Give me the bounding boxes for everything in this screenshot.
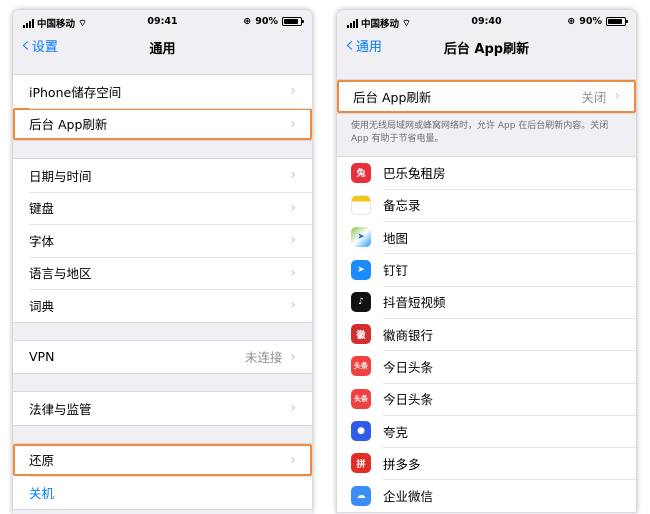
date-keyboard-group: 日期与时间 › 键盘 › 字体 › 语言与地区 › 词典 › [13,158,312,323]
chevron-right-icon: › [290,115,296,132]
app-row[interactable]: 徽徽商银行 [337,317,636,350]
rabbit-icon: 兔 [351,162,371,183]
app-name: 企业微信 [383,489,434,505]
row-label: 键盘 [29,201,55,217]
toutiao-icon: 头条 [351,356,371,377]
app-row[interactable]: 拼拼多多 [337,447,636,479]
row-label: 词典 [29,298,55,314]
chevron-right-icon: › [290,232,296,249]
general-settings-screen: 中国移动 ⌔ 09:41 ⊕ 90% ‹ 设置 通用 iPhone储存空间 › … [13,10,312,514]
dingtalk-icon: ➤ [351,259,371,280]
row-fonts[interactable]: 字体 › [13,224,312,257]
background-app-refresh-screen: 中国移动 ⌔ 09:40 ⊕ 90% ‹ 通用 后台 App刷新 后台 App刷… [337,10,636,514]
row-legal-regulatory[interactable]: 法律与监管 › [13,392,312,425]
app-name: 徽商银行 [383,327,434,343]
orientation-lock-icon: ⊕ [567,16,576,27]
row-background-app-refresh-setting[interactable]: 后台 App刷新 关闭 › [337,80,636,113]
bank-icon: 徽 [351,324,371,345]
refresh-setting-value: 关闭 [581,89,607,105]
row-background-app-refresh[interactable]: 后台 App刷新 › [13,107,312,140]
app-name: 拼多多 [383,456,421,472]
app-row[interactable]: 头条 今日头条 [337,382,636,415]
vpn-group: VPN 未连接 › [13,339,312,374]
battery-icon [606,17,628,26]
toutiao-icon: 头条 [351,388,371,409]
row-iphone-storage[interactable]: iPhone储存空间 › [13,75,312,108]
quark-icon: ● [351,421,371,442]
navigation-bar: ‹ 通用 后台 App刷新 [337,32,636,62]
battery-icon [282,17,304,26]
chevron-right-icon: › [290,451,296,468]
row-dictionary[interactable]: 词典 › [13,289,312,322]
refresh-footnote: 使用无线局域网或蜂窝网络时，允许 App 在后台刷新内容。关闭 App 有助于节… [351,120,609,144]
pinduoduo-icon: 拼 [351,453,371,474]
app-list: 兔巴乐兔租房 备忘录 ➤ 地图 ➤ 钉钉 ♪ 抖音短视频徽徽商银行 头条 今日头条 头条 今日头条 ● 夸… [337,155,636,513]
status-bar: 中国移动 ⌔ 09:41 ⊕ 90% [13,10,312,32]
chevron-right-icon: › [290,199,296,216]
chevron-right-icon: › [290,348,296,365]
app-name: 今日头条 [383,359,434,375]
app-row[interactable]: ➤ 钉钉 [337,253,636,285]
app-row[interactable]: ● 夸克 [337,414,636,447]
chevron-right-icon: › [614,88,620,105]
reset-group: 还原 › 关机 [13,442,312,510]
app-row[interactable]: 备忘录 [337,188,636,221]
app-name: 抖音短视频 [383,295,446,311]
row-label: 后台 App刷新 [353,89,432,105]
row-label: 语言与地区 [29,266,92,282]
chevron-right-icon: › [290,297,296,314]
legal-group: 法律与监管 › [13,391,312,426]
notes-icon [351,194,371,215]
page-title: 后台 App刷新 [443,42,530,57]
row-vpn[interactable]: VPN 未连接 › [13,341,312,374]
row-date-time[interactable]: 日期与时间 › [13,159,312,192]
battery-fill [284,19,299,24]
app-name: 备忘录 [383,198,421,214]
row-label: 还原 [29,453,55,469]
row-label: VPN [29,349,55,365]
wecom-icon: ☁ [351,485,371,506]
status-bar: 中国移动 ⌔ 09:40 ⊕ 90% [337,10,636,32]
app-row[interactable]: 头条 今日头条 [337,350,636,382]
row-label: iPhone储存空间 [29,84,122,100]
chevron-right-icon: › [290,167,296,184]
row-label: 字体 [29,233,55,249]
maps-icon: ➤ [351,227,371,248]
vpn-status: 未连接 [244,350,283,366]
app-row[interactable]: ♪ 抖音短视频 [337,285,636,318]
battery-percent: 90% [255,16,278,27]
row-label: 关机 [29,485,55,501]
row-reset[interactable]: 还原 › [13,443,312,476]
chevron-right-icon: › [290,400,296,417]
row-label: 日期与时间 [29,168,92,184]
orientation-lock-icon: ⊕ [243,16,252,27]
app-name: 巴乐兔租房 [383,166,446,182]
row-label: 法律与监管 [29,401,92,417]
refresh-setting-group: 后台 App刷新 关闭 › [337,79,636,114]
douyin-icon: ♪ [351,291,371,312]
navigation-bar: ‹ 设置 通用 [13,32,312,62]
battery-fill [608,19,623,24]
row-keyboard[interactable]: 键盘 › [13,191,312,225]
app-row[interactable]: ☁ 企业微信 [337,479,636,511]
row-label: 后台 App刷新 [29,117,108,133]
row-language-region[interactable]: 语言与地区 › [13,256,312,290]
row-shutdown[interactable]: 关机 [13,476,312,509]
app-name: 夸克 [383,424,409,440]
app-name: 钉钉 [383,263,409,279]
chevron-right-icon: › [290,264,296,281]
storage-refresh-group: iPhone储存空间 › 后台 App刷新 › [13,74,312,141]
app-name: 地图 [383,230,409,246]
app-row[interactable]: ➤ 地图 [337,221,636,253]
chevron-right-icon: › [290,83,296,100]
app-name: 今日头条 [383,392,434,408]
page-title: 通用 [149,42,176,57]
battery-percent: 90% [579,16,602,27]
app-row[interactable]: 兔巴乐兔租房 [337,157,636,189]
